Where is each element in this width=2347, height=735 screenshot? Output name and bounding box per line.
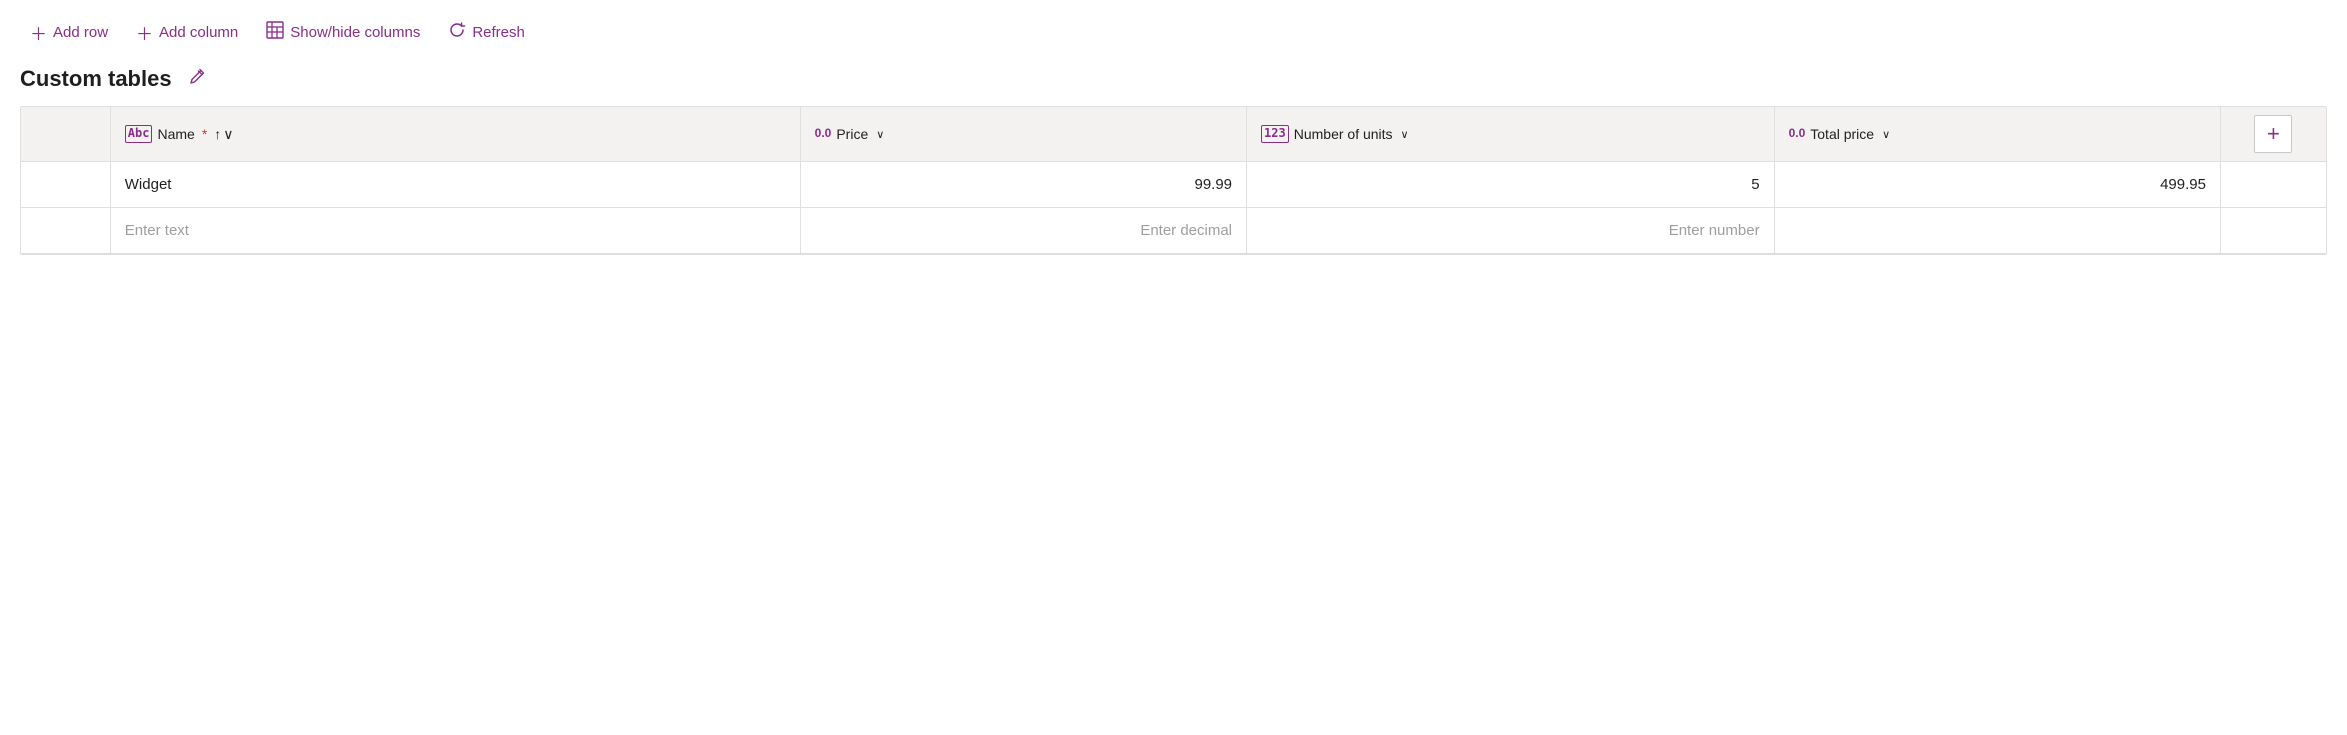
column-total-label: Total price (1810, 126, 1874, 142)
page-title: Custom tables (20, 66, 172, 92)
toolbar: ＋ Add row ＋ Add column Show/hide columns… (0, 0, 2347, 61)
refresh-icon (448, 21, 466, 44)
add-column-header: + (2220, 107, 2326, 162)
cell-extra-widget (2220, 162, 2326, 208)
table-container: Abc Name * ↑ ∨ 0.0 Price ∨ (20, 106, 2327, 255)
units-dropdown-icon[interactable]: ∨ (1401, 128, 1409, 141)
new-row-extra (2220, 208, 2326, 254)
new-row-total-input (1774, 208, 2220, 254)
show-hide-label: Show/hide columns (290, 24, 420, 41)
page-title-row: Custom tables (0, 61, 2347, 106)
table-header-row: Abc Name * ↑ ∨ 0.0 Price ∨ (21, 107, 2326, 162)
column-name-label: Name (157, 126, 194, 142)
add-column-button[interactable]: ＋ Add column (126, 14, 248, 51)
column-header-units[interactable]: 123 Number of units ∨ (1247, 107, 1775, 162)
row-selector-cell[interactable] (21, 162, 110, 208)
column-header-name[interactable]: Abc Name * ↑ ∨ (110, 107, 800, 162)
cell-price-widget[interactable]: 99.99 (800, 162, 1246, 208)
decimal-icon-price: 0.0 (815, 126, 832, 142)
edit-title-button[interactable] (182, 65, 212, 92)
table-row: Widget 99.99 5 499.95 (21, 162, 2326, 208)
price-dropdown-icon[interactable]: ∨ (876, 128, 884, 141)
new-row-units-input[interactable]: Enter number (1247, 208, 1775, 254)
sort-desc-icon[interactable]: ∨ (223, 126, 233, 143)
cell-total-widget[interactable]: 499.95 (1774, 162, 2220, 208)
refresh-button[interactable]: Refresh (438, 15, 535, 50)
show-hide-columns-button[interactable]: Show/hide columns (256, 15, 430, 50)
sort-asc-icon[interactable]: ↑ (214, 126, 221, 142)
add-row-button[interactable]: ＋ Add row (20, 14, 118, 51)
column-price-label: Price (836, 126, 868, 142)
add-column-label: Add column (159, 24, 238, 41)
new-row-price-input[interactable]: Enter decimal (800, 208, 1246, 254)
row-selector-header (21, 107, 110, 162)
column-header-price[interactable]: 0.0 Price ∨ (800, 107, 1246, 162)
total-dropdown-icon[interactable]: ∨ (1882, 128, 1890, 141)
new-row: Enter text Enter decimal Enter number (21, 208, 2326, 254)
plus-icon: ＋ (30, 20, 47, 45)
abc-icon: Abc (125, 125, 153, 143)
add-row-label: Add row (53, 24, 108, 41)
plus-icon-table: + (2267, 121, 2280, 147)
num-icon-units: 123 (1261, 125, 1289, 143)
add-column-button-table[interactable]: + (2254, 115, 2292, 153)
required-indicator: * (202, 126, 207, 142)
cell-units-widget[interactable]: 5 (1247, 162, 1775, 208)
sort-controls[interactable]: ↑ ∨ (214, 126, 233, 143)
new-row-selector (21, 208, 110, 254)
cell-name-widget[interactable]: Widget (110, 162, 800, 208)
custom-table: Abc Name * ↑ ∨ 0.0 Price ∨ (21, 107, 2326, 254)
new-row-name-input[interactable]: Enter text (110, 208, 800, 254)
column-units-label: Number of units (1294, 126, 1393, 142)
plus-icon-2: ＋ (136, 20, 153, 45)
show-hide-icon (266, 21, 284, 44)
column-header-total[interactable]: 0.0 Total price ∨ (1774, 107, 2220, 162)
refresh-label: Refresh (472, 24, 525, 41)
edit-icon (188, 67, 206, 90)
decimal-icon-total: 0.0 (1789, 126, 1806, 142)
